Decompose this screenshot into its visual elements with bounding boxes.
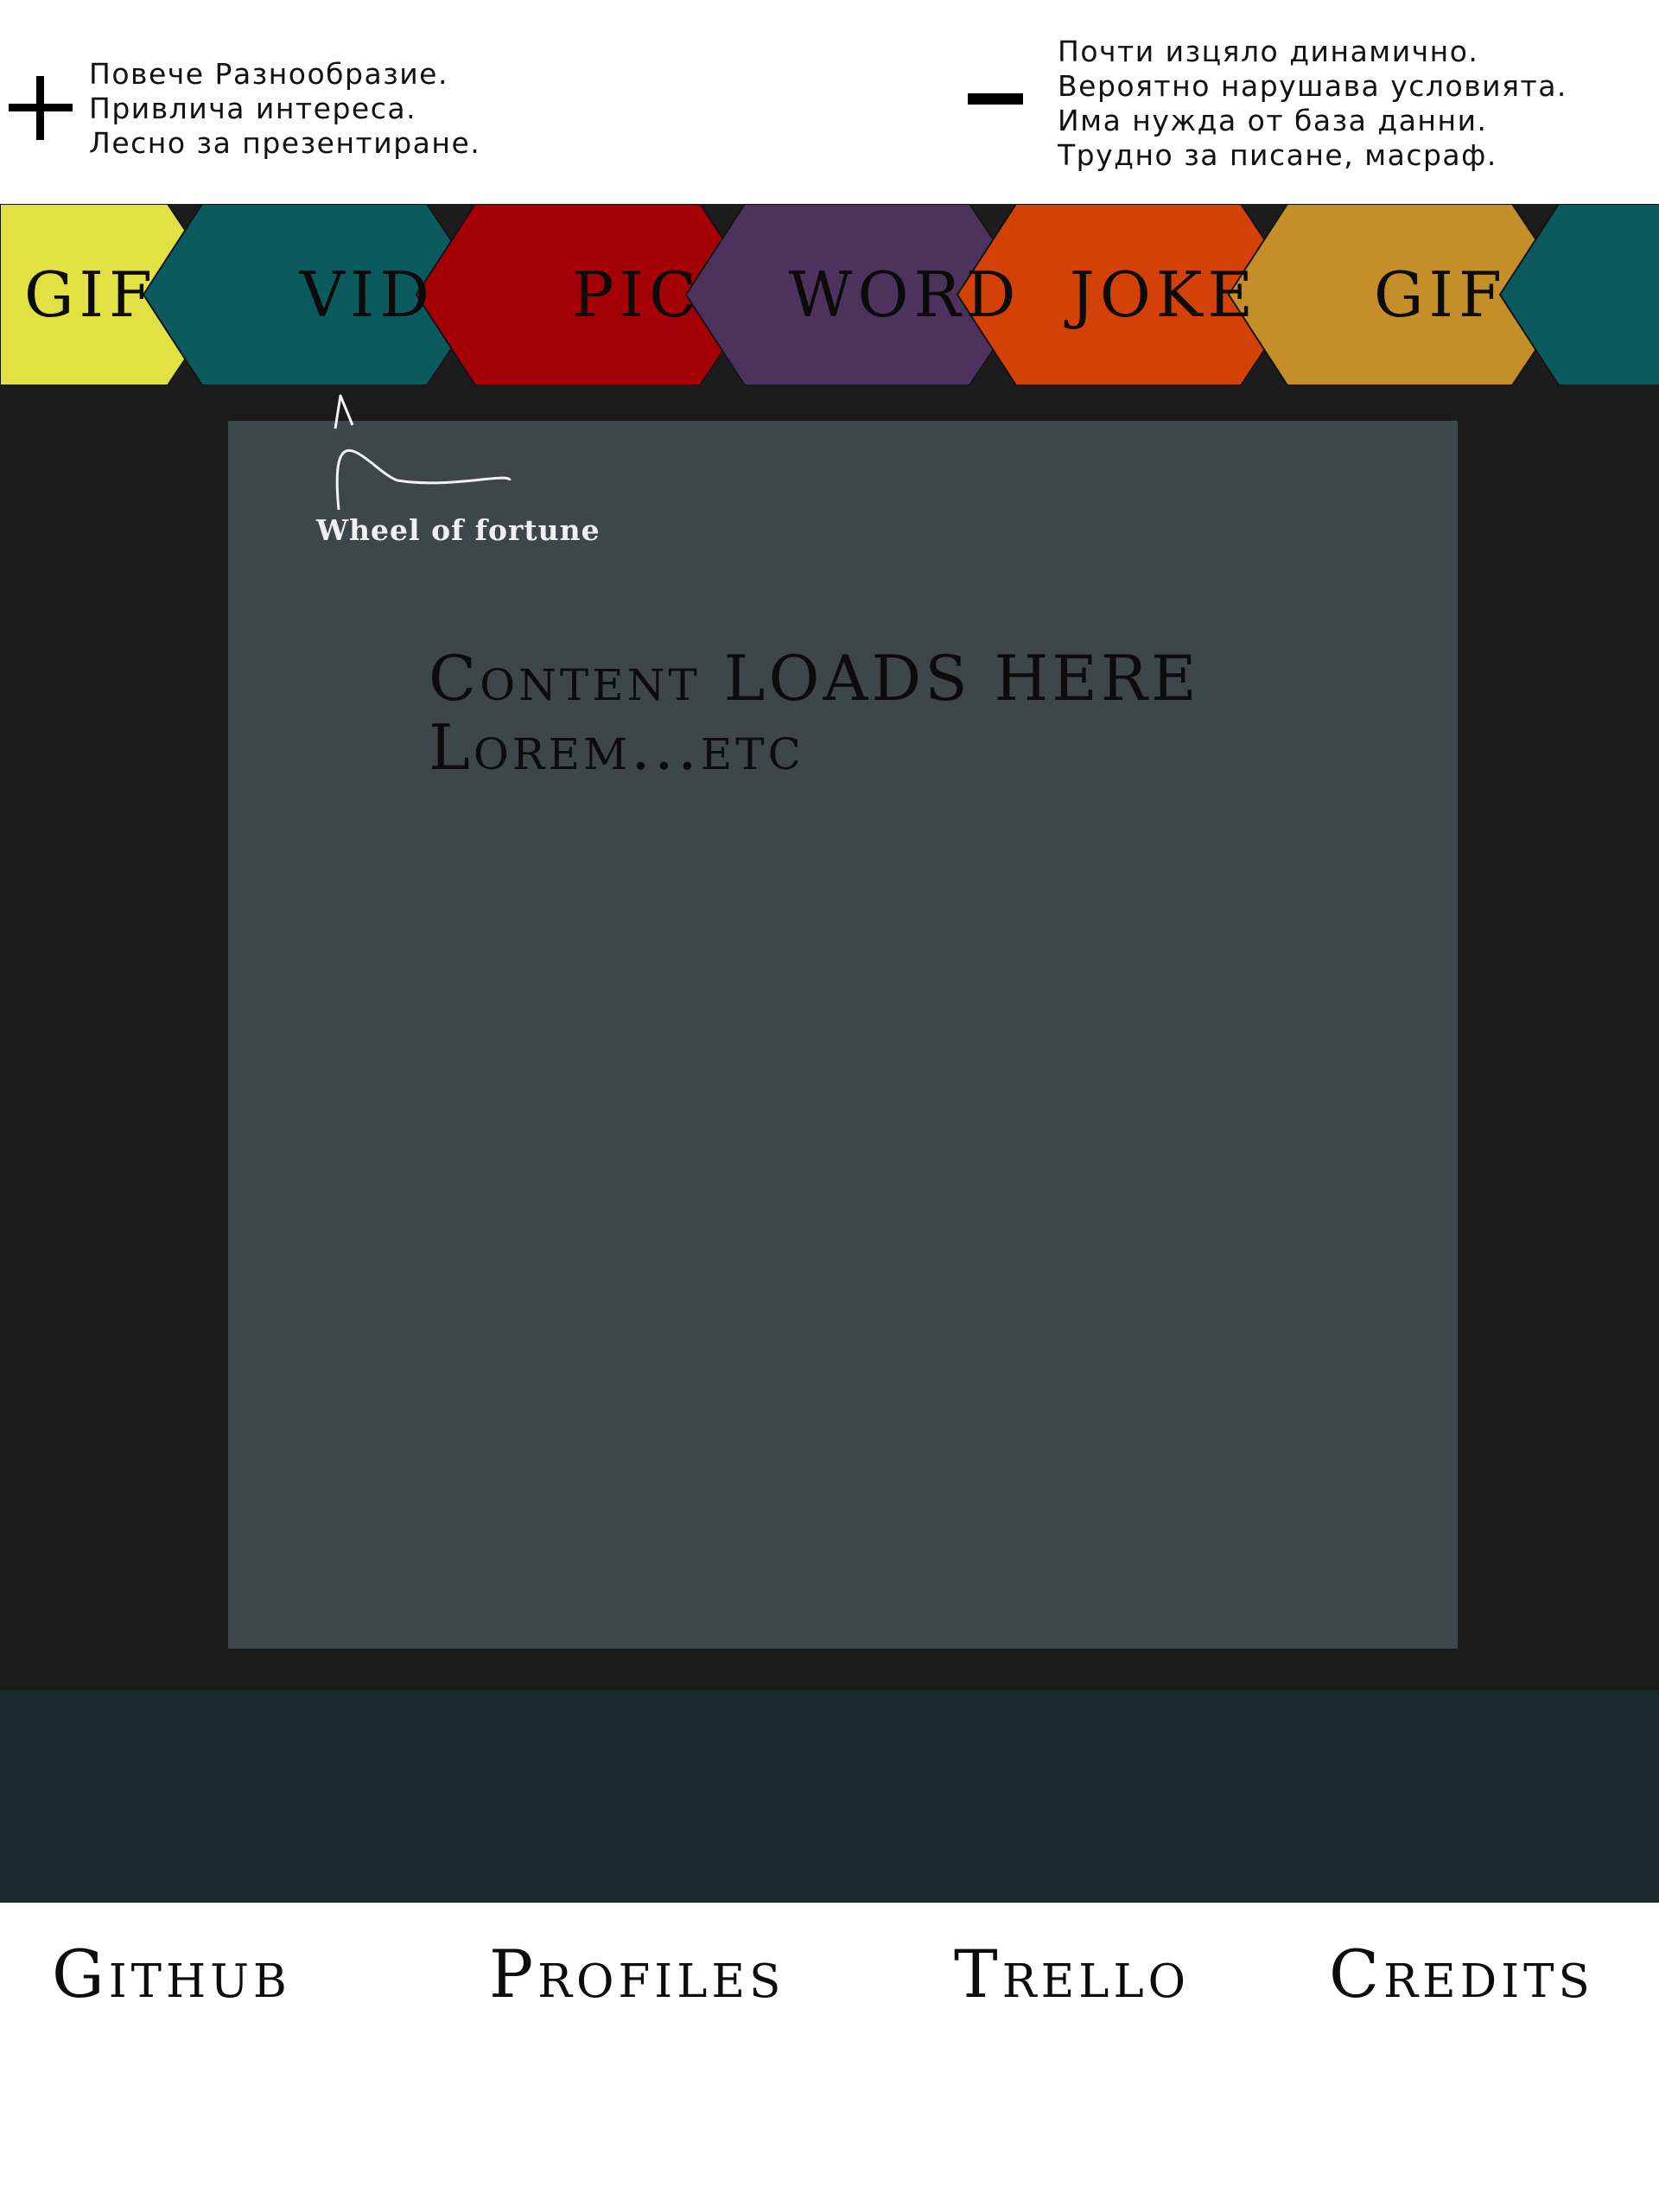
wheel-annotation: Wheel of fortune [316, 513, 601, 547]
wheel-item-joke[interactable]: JOKE [1068, 204, 1260, 385]
annotation-arrow-icon [334, 394, 512, 511]
pros-item: Привлича интереса. [89, 92, 417, 125]
footer-link-credits[interactable]: Credits [1329, 1936, 1594, 2012]
wheel-item-word[interactable]: WORD [779, 204, 1030, 385]
content-placeholder: Content LOADS HERE Lorem...etc [429, 644, 1200, 782]
pros-item: Повече Разнообразие. [89, 57, 448, 91]
footer-link-github[interactable]: Github [52, 1936, 291, 2012]
cons-list: Почти изцяло динамично. Вероятно нарушав… [1058, 35, 1567, 173]
pros-list: Повече Разнообразие. Привлича интереса. … [89, 57, 480, 161]
footer-band [0, 1690, 1659, 1903]
content-line-1: Content LOADS HERE [429, 642, 1200, 715]
pros-item: Лесно за презентиране. [89, 126, 481, 160]
footer-nav: Github Profiles Trello Credits [0, 1903, 1659, 2212]
wheel-item-pic[interactable]: PIC [541, 204, 733, 385]
cons-item: Има нужда от база данни. [1058, 104, 1488, 137]
main-area: Content LOADS HERE Lorem...etc Wheel of … [0, 385, 1659, 1690]
cons-item: Почти изцяло динамично. [1058, 35, 1479, 68]
pros-cons-notes: Повече Разнообразие. Привлича интереса. … [0, 0, 1659, 204]
content-line-2: Lorem...etc [429, 711, 804, 784]
footer-link-trello[interactable]: Trello [954, 1936, 1190, 2012]
content-panel: Content LOADS HERE Lorem...etc [228, 421, 1458, 1649]
cons-item: Трудно за писане, масраф. [1058, 138, 1497, 172]
wheel-item-vid[interactable]: VID [271, 204, 463, 385]
footer-link-profiles[interactable]: Profiles [489, 1936, 785, 2012]
cons-item: Вероятно нарушава условията. [1058, 69, 1567, 103]
minus-icon [968, 93, 1023, 105]
wheel-of-fortune-strip[interactable]: GIF VID PIC WORD JOKE GIF [0, 204, 1659, 385]
wheel-item-gif[interactable]: GIF [0, 204, 181, 385]
wheel-item-gif-2[interactable]: GIF [1344, 204, 1536, 385]
plus-icon [9, 76, 73, 140]
